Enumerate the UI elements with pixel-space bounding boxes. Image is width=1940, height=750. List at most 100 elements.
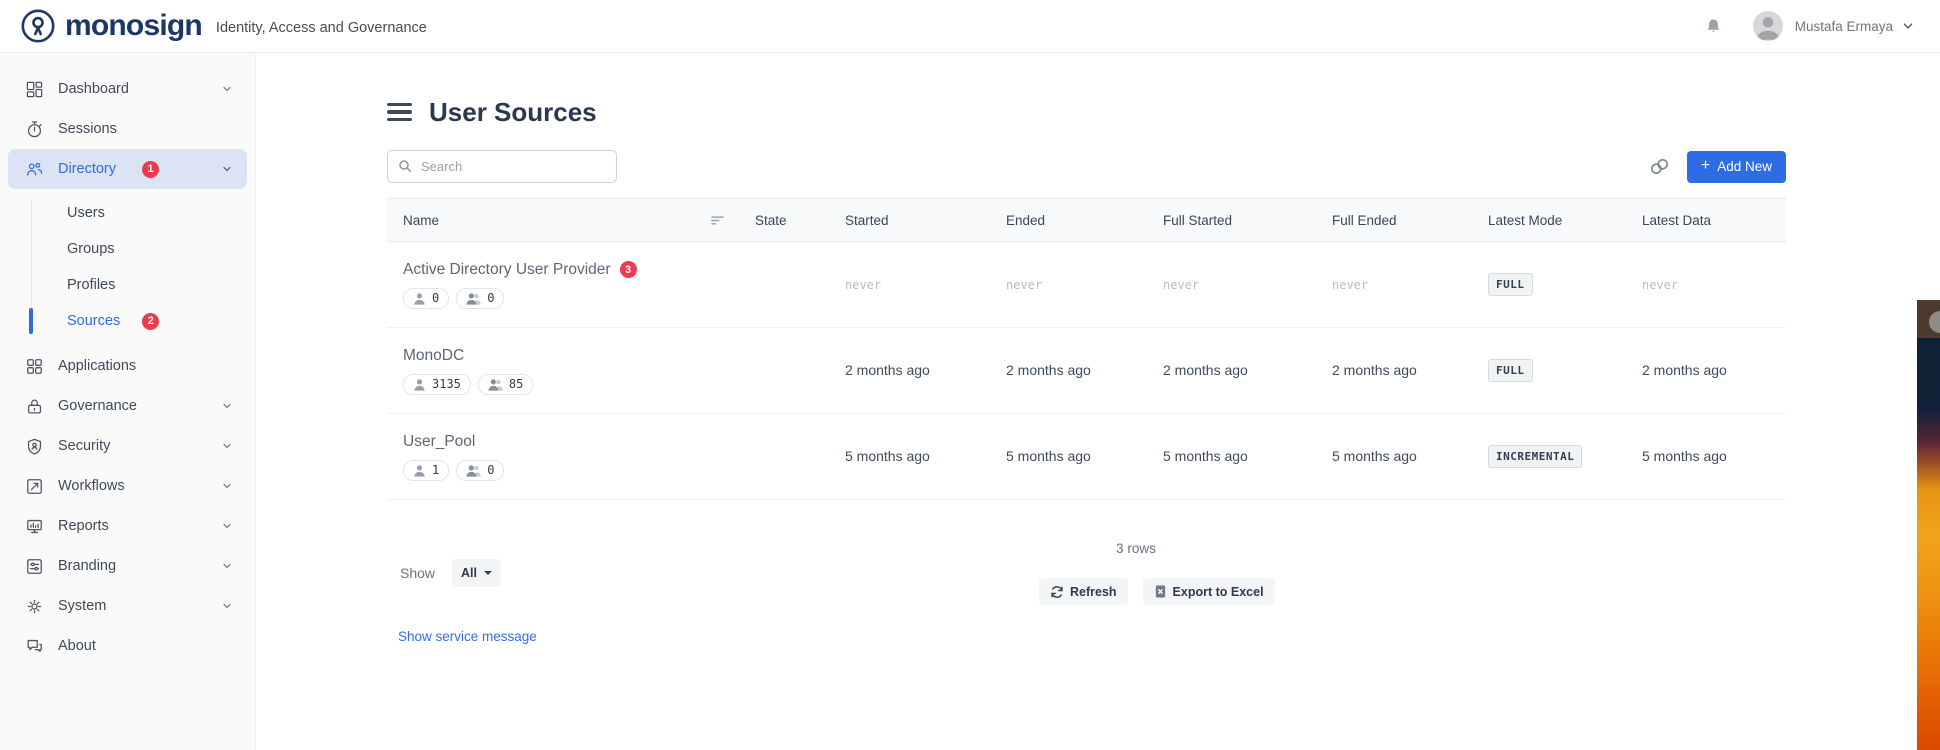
ended-value: never xyxy=(1006,278,1042,292)
workflows-icon xyxy=(25,477,44,496)
sidebar-item-workflows[interactable]: Workflows xyxy=(0,466,255,506)
sidebar-item-users[interactable]: Users xyxy=(0,195,255,231)
full-started-value: 5 months ago xyxy=(1163,448,1248,464)
latest-data-value: 2 months ago xyxy=(1642,362,1727,378)
latest-mode-badge: FULL xyxy=(1488,359,1533,382)
sidebar-item-profiles[interactable]: Profiles xyxy=(0,267,255,303)
strip-gradient xyxy=(1917,338,1940,750)
sidebar-item-branding[interactable]: Branding xyxy=(0,546,255,586)
users-icon xyxy=(466,292,481,305)
full-started-value: never xyxy=(1163,278,1199,292)
menu-icon[interactable] xyxy=(387,103,412,122)
sidebar-item-security[interactable]: Security xyxy=(0,426,255,466)
directory-count-badge: 1 xyxy=(142,161,159,178)
page-size-dropdown[interactable]: All xyxy=(452,559,501,587)
table-footer: 3 rows Show All Refresh Export to Excel … xyxy=(387,535,1786,705)
user-name[interactable]: Mustafa Ermaya xyxy=(1795,19,1893,34)
column-state[interactable]: State xyxy=(755,213,845,228)
notifications-bell-icon[interactable] xyxy=(1704,16,1723,37)
show-label: Show xyxy=(400,565,435,581)
table-row[interactable]: User_Pool 1 0 xyxy=(387,414,1786,500)
sidebar: Dashboard Sessions Directory 1 Users xyxy=(0,53,256,750)
chevron-down-icon[interactable] xyxy=(1901,19,1915,33)
brand-tagline: Identity, Access and Governance xyxy=(216,20,427,36)
logo-icon xyxy=(20,8,56,44)
started-value: never xyxy=(845,278,881,292)
sidebar-item-governance[interactable]: Governance xyxy=(0,386,255,426)
source-name[interactable]: User_Pool xyxy=(403,433,475,451)
started-value: 5 months ago xyxy=(845,448,930,464)
brand[interactable]: monosign xyxy=(20,8,202,44)
user-count-pill[interactable]: 0 xyxy=(403,288,449,309)
dashboard-icon xyxy=(25,80,44,99)
main-content: User Sources + Add New xyxy=(256,53,1940,750)
started-value: 2 months ago xyxy=(845,362,930,378)
column-full-started[interactable]: Full Started xyxy=(1163,213,1332,228)
row-count-summary: 3 rows xyxy=(986,541,1286,556)
plus-icon: + xyxy=(1701,158,1710,174)
directory-icon xyxy=(25,160,44,179)
column-started[interactable]: Started xyxy=(845,213,1006,228)
filter-icon[interactable] xyxy=(709,212,726,229)
column-name[interactable]: Name xyxy=(403,213,439,228)
sessions-icon xyxy=(25,120,44,139)
user-count-pill[interactable]: 3135 xyxy=(403,374,471,395)
chevron-down-icon xyxy=(221,520,233,532)
sidebar-item-about[interactable]: About xyxy=(0,626,255,666)
show-service-message-link[interactable]: Show service message xyxy=(398,629,537,644)
users-icon xyxy=(488,378,503,391)
chevron-down-icon xyxy=(221,163,233,175)
user-icon xyxy=(413,378,426,391)
group-count-pill[interactable]: 85 xyxy=(478,374,533,395)
search-input[interactable] xyxy=(387,150,617,183)
table-header: Name State Started Ended Full Started Fu… xyxy=(387,198,1786,242)
search-icon xyxy=(397,158,413,174)
sidebar-item-sources[interactable]: Sources 2 xyxy=(0,303,255,339)
export-to-excel-button[interactable]: Export to Excel xyxy=(1143,578,1275,605)
refresh-icon xyxy=(1050,585,1064,599)
row-alert-badge: 3 xyxy=(620,261,637,278)
group-count-pill[interactable]: 0 xyxy=(456,460,504,481)
sidebar-item-reports[interactable]: Reports xyxy=(0,506,255,546)
directory-submenu: Users Groups Profiles Sources 2 xyxy=(0,195,255,339)
latest-mode-badge: FULL xyxy=(1488,273,1533,296)
lock-icon xyxy=(25,397,44,416)
users-icon xyxy=(466,464,481,477)
link-icon[interactable] xyxy=(1648,155,1671,178)
sidebar-item-sessions[interactable]: Sessions xyxy=(0,109,255,149)
right-edge-strip xyxy=(1917,300,1940,750)
sidebar-item-dashboard[interactable]: Dashboard xyxy=(0,69,255,109)
chevron-down-icon xyxy=(221,83,233,95)
column-full-ended[interactable]: Full Ended xyxy=(1332,213,1488,228)
add-new-button[interactable]: + Add New xyxy=(1687,151,1786,183)
source-name[interactable]: MonoDC xyxy=(403,347,464,365)
user-count-pill[interactable]: 1 xyxy=(403,460,449,481)
table-row[interactable]: Active Directory User Provider 3 0 0 xyxy=(387,242,1786,328)
branding-icon xyxy=(25,557,44,576)
reports-icon xyxy=(25,517,44,536)
chevron-down-icon xyxy=(221,600,233,612)
latest-data-value: never xyxy=(1642,278,1678,292)
ended-value: 2 months ago xyxy=(1006,362,1091,378)
refresh-button[interactable]: Refresh xyxy=(1039,578,1128,605)
chevron-down-icon xyxy=(221,560,233,572)
applications-icon xyxy=(25,357,44,376)
chat-bubbles-icon xyxy=(25,637,44,656)
shield-icon xyxy=(25,437,44,456)
sidebar-item-groups[interactable]: Groups xyxy=(0,231,255,267)
column-ended[interactable]: Ended xyxy=(1006,213,1163,228)
column-latest-mode[interactable]: Latest Mode xyxy=(1488,213,1642,228)
sidebar-item-directory[interactable]: Directory 1 xyxy=(8,149,247,189)
chevron-down-icon xyxy=(221,480,233,492)
sidebar-item-applications[interactable]: Applications xyxy=(0,346,255,386)
group-count-pill[interactable]: 0 xyxy=(456,288,504,309)
table-row[interactable]: MonoDC 3135 85 xyxy=(387,328,1786,414)
excel-file-icon xyxy=(1154,584,1167,599)
chevron-down-icon xyxy=(221,440,233,452)
column-latest-data[interactable]: Latest Data xyxy=(1642,213,1786,228)
latest-mode-badge: INCREMENTAL xyxy=(1488,445,1582,468)
source-name[interactable]: Active Directory User Provider xyxy=(403,261,611,279)
full-ended-value: 2 months ago xyxy=(1332,362,1417,378)
user-avatar[interactable] xyxy=(1753,11,1783,41)
sidebar-item-system[interactable]: System xyxy=(0,586,255,626)
